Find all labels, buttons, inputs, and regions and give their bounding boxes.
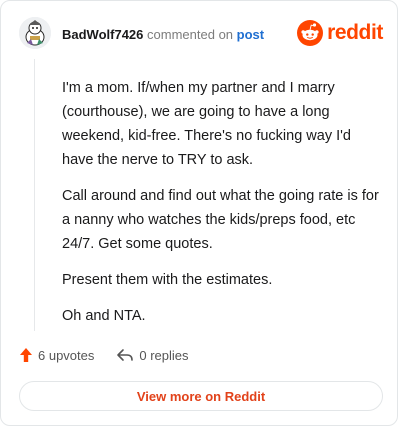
upvote-button[interactable]: 6 upvotes xyxy=(19,347,94,363)
username[interactable]: BadWolf7426 xyxy=(62,27,143,42)
comment-paragraph: Call around and find out what the going … xyxy=(62,188,379,252)
comment-paragraph: Oh and NTA. xyxy=(62,308,146,324)
view-more-on-reddit-button[interactable]: View more on Reddit xyxy=(19,381,383,411)
comment-paragraph: Present them with the estimates. xyxy=(62,272,273,288)
reddit-brand[interactable]: reddit xyxy=(297,18,383,48)
upvote-count: 6 upvotes xyxy=(38,347,95,363)
comment-body: I'm a mom. If/when my partner and I marr… xyxy=(62,76,382,340)
upvote-arrow-icon xyxy=(20,348,32,362)
embedded-comment-card: BadWolf7426 commented on post reddit I'm… xyxy=(0,0,398,426)
user-avatar[interactable] xyxy=(19,17,51,49)
commented-on-text: commented on xyxy=(147,27,234,42)
reply-arrow-icon xyxy=(117,349,134,361)
reply-count: 0 replies xyxy=(139,347,189,363)
reddit-wordmark: reddit xyxy=(327,21,383,44)
comment-meta: BadWolf7426 commented on post xyxy=(62,27,264,43)
reddit-snoo-icon xyxy=(297,20,324,46)
comment-actions: 6 upvotes 0 replies xyxy=(19,345,211,365)
snoo-avatar-icon xyxy=(19,17,51,49)
post-link[interactable]: post xyxy=(237,27,264,42)
reply-button[interactable]: 0 replies xyxy=(116,347,189,363)
thread-line xyxy=(34,59,35,331)
comment-header: BadWolf7426 commented on post reddit xyxy=(19,17,383,53)
comment-paragraph: I'm a mom. If/when my partner and I marr… xyxy=(62,80,351,168)
